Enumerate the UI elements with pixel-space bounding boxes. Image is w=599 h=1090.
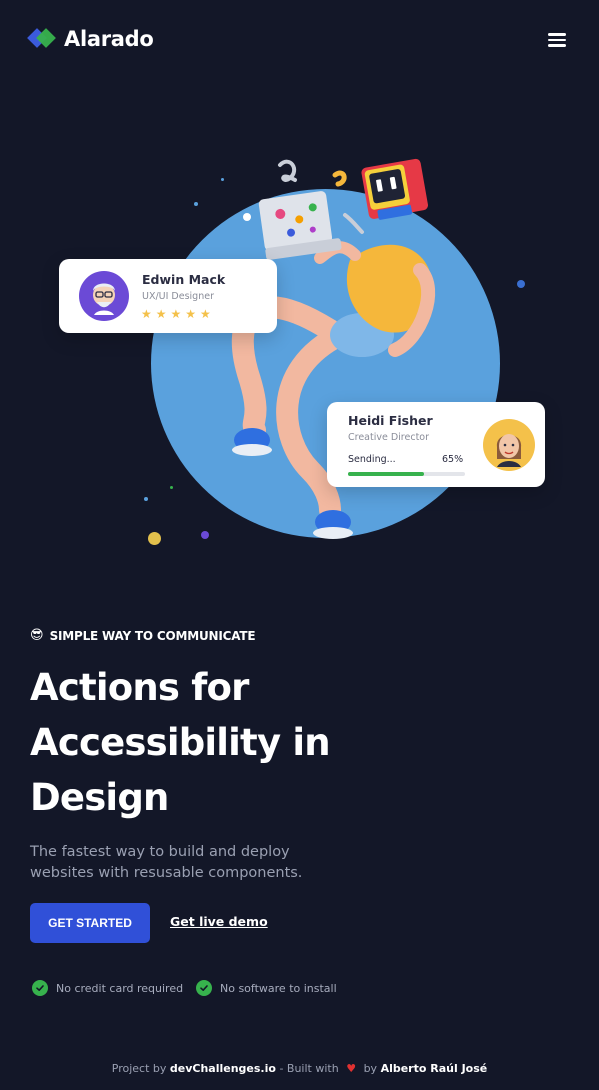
card-role: UX/UI Designer [142, 291, 214, 302]
check-circle-icon [196, 980, 212, 996]
sunglasses-emoji-icon: 😎 [30, 628, 44, 643]
logo-text: Alarado [64, 27, 154, 51]
page-title: Actions for Accessibility in Design [30, 660, 490, 825]
footer-middle: - Built with [279, 1062, 339, 1075]
eyebrow-text: SIMPLE WAY TO COMMUNICATE [49, 628, 256, 643]
check-circle-icon [32, 980, 48, 996]
eyebrow: 😎 SIMPLE WAY TO COMMUNICATE [30, 628, 256, 643]
card-role: Creative Director [348, 432, 430, 443]
header: Alarado [0, 0, 599, 82]
subtitle: The fastest way to build and deploy webs… [30, 844, 303, 881]
avatar [483, 419, 535, 471]
sending-label: Sending... [348, 454, 396, 465]
progress-fill [348, 472, 425, 476]
feature-item: No credit card required [32, 980, 183, 996]
live-demo-link[interactable]: Get live demo [170, 914, 268, 929]
profile-card-edwin: Edwin Mack UX/UI Designer ★★★★★ [59, 259, 277, 333]
footer: Project by devChallenges.io - Built with… [0, 1062, 599, 1075]
footer-prefix: Project by [111, 1062, 167, 1075]
footer-author: Alberto Raúl José [380, 1062, 488, 1075]
progress-percent: 65% [442, 454, 464, 465]
headline-line: Actions for [30, 666, 249, 709]
footer-site-link[interactable]: devChallenges.io [170, 1062, 276, 1075]
heart-icon: ♥ [346, 1062, 357, 1075]
feature-text: No software to install [220, 981, 337, 995]
profile-card-heidi: Heidi Fisher Creative Director Sending..… [327, 402, 545, 487]
hamburger-menu-icon[interactable] [548, 33, 570, 49]
headline-line: Design [30, 776, 169, 819]
feature-text: No credit card required [56, 981, 184, 995]
character-illustration [231, 158, 436, 539]
logo-icon [27, 26, 56, 52]
star-rating: ★★★★★ [141, 307, 215, 321]
progress-bar [348, 472, 465, 476]
card-name: Edwin Mack [142, 272, 226, 287]
headline-line: Accessibility in [30, 721, 331, 764]
hero-illustration: Edwin Mack UX/UI Designer ★★★★★ Heidi Fi… [0, 140, 599, 570]
get-started-button[interactable]: GET STARTED [30, 903, 150, 943]
avatar [79, 271, 129, 321]
footer-by: by [363, 1062, 378, 1075]
feature-item: No software to install [196, 980, 337, 996]
card-name: Heidi Fisher [348, 413, 433, 428]
logo[interactable]: Alarado [27, 26, 154, 52]
